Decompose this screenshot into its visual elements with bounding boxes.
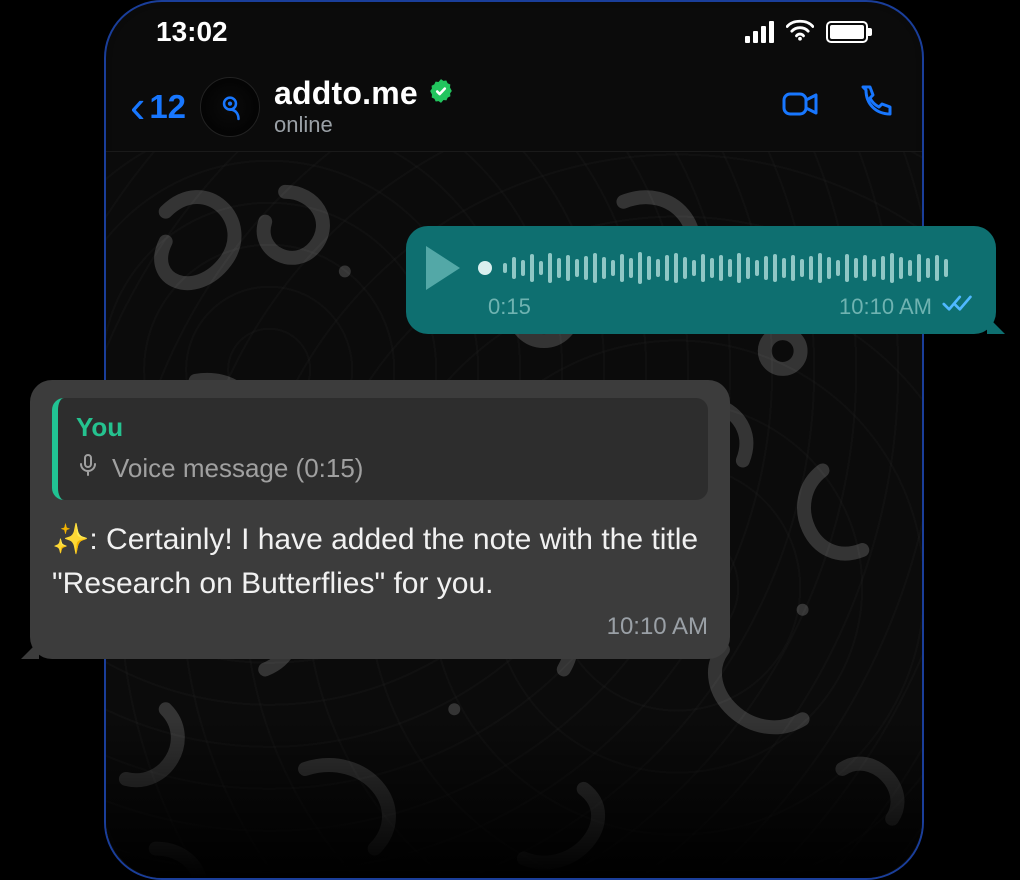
contact-status: online (274, 112, 454, 138)
voice-duration: 0:15 (488, 294, 531, 320)
contact-info[interactable]: addto.me online (274, 75, 454, 138)
status-bar: 13:02 (106, 2, 922, 62)
reply-timestamp: 10:10 AM (52, 613, 708, 641)
playhead-dot-icon[interactable] (478, 261, 492, 275)
outgoing-voice-message[interactable]: 0:15 10:10 AM (406, 226, 996, 334)
reply-text: ✨: Certainly! I have added the note with… (52, 518, 708, 607)
chevron-left-icon: ‹ (130, 95, 145, 118)
waveform[interactable] (478, 246, 974, 290)
clock: 13:02 (156, 16, 228, 48)
play-button-icon[interactable] (426, 246, 460, 290)
battery-icon (826, 21, 868, 43)
incoming-reply-message[interactable]: You Voice message (0:15) ✨: Certainly! I… (30, 380, 730, 659)
chat-header: ‹ 12 addto.me online (106, 62, 922, 152)
microphone-icon (76, 453, 100, 484)
back-count: 12 (149, 88, 186, 126)
verified-badge-icon (428, 78, 454, 109)
quoted-message[interactable]: You Voice message (0:15) (52, 398, 708, 500)
wifi-icon (786, 16, 814, 48)
cellular-signal-icon (745, 21, 774, 43)
back-button[interactable]: ‹ 12 (130, 88, 186, 126)
avatar[interactable] (200, 77, 260, 137)
video-call-button[interactable] (778, 82, 822, 131)
contact-name: addto.me (274, 75, 418, 112)
quote-sender: You (76, 412, 690, 443)
quote-label: Voice message (0:15) (112, 453, 363, 484)
voice-call-button[interactable] (854, 82, 898, 131)
read-receipt-icon (942, 294, 974, 320)
voice-timestamp: 10:10 AM (839, 294, 932, 320)
